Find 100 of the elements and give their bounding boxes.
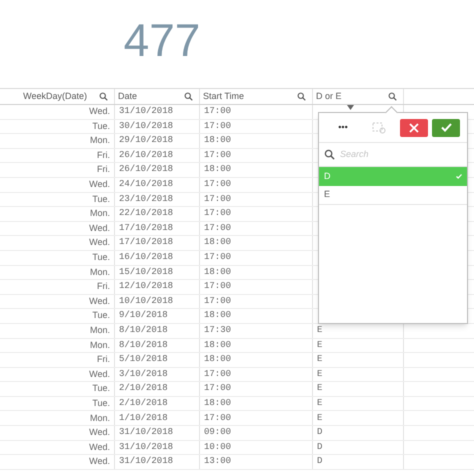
- table-cell-text: Mon.: [90, 134, 110, 148]
- table-cell-text: 17:00: [204, 250, 232, 264]
- table-cell-text: 10:00: [204, 440, 232, 454]
- table-cell-text: 1/10/2018: [119, 412, 168, 425]
- table-cell-text: 17:00: [204, 382, 232, 396]
- table-cell-text: E: [317, 368, 322, 381]
- table-cell-text: Mon.: [90, 412, 110, 425]
- search-icon[interactable]: [324, 149, 335, 160]
- table-cell-text: 18:00: [204, 309, 232, 322]
- table-cell-text: 2/10/2018: [119, 382, 168, 396]
- table-cell-text: 15/10/2018: [119, 266, 174, 279]
- table-cell-text: 31/10/2018: [119, 440, 174, 454]
- table-cell-text: Tue.: [92, 396, 110, 410]
- table-cell-text: 18:00: [204, 134, 232, 148]
- table-cell-text: 2/10/2018: [119, 396, 168, 410]
- search-field[interactable]: Search: [340, 148, 462, 162]
- table-cell-text: 17:00: [204, 207, 232, 220]
- table-cell-text: 13:00: [204, 455, 232, 468]
- check-icon: [440, 123, 452, 132]
- table-cell-text: 17:00: [204, 412, 232, 425]
- table-cell-text: D: [317, 455, 322, 468]
- table-cell-text: E: [317, 412, 322, 425]
- table-cell-text: Wed.: [89, 440, 110, 454]
- cancel-button[interactable]: [400, 118, 428, 136]
- table-cell-text: Fri.: [97, 353, 110, 366]
- table-cell-text: 17:30: [204, 324, 232, 337]
- table-cell-text: Tue.: [92, 309, 110, 322]
- table-cell-text: 17:00: [204, 105, 232, 118]
- confirm-button[interactable]: [432, 118, 460, 136]
- table-cell-text: Mon.: [90, 266, 110, 279]
- table-cell-text: E: [317, 396, 322, 410]
- table-cell-text: 09:00: [204, 426, 232, 440]
- table-cell-text: 17:00: [204, 120, 232, 133]
- table-cell-text: Wed.: [89, 455, 110, 468]
- table-cell-text: Fri.: [97, 280, 110, 294]
- table-cell-text: D: [317, 440, 322, 454]
- table-cell-text: 18:00: [204, 353, 232, 366]
- table-cell-text: 24/10/2018: [119, 178, 174, 192]
- table-cell-text: Wed.: [89, 368, 110, 381]
- column-header[interactable]: Date: [118, 90, 138, 104]
- table-cell-text: 17:00: [204, 280, 232, 294]
- table-cell-text: 26/10/2018: [119, 148, 174, 162]
- table-cell-text: 18:00: [204, 236, 232, 250]
- table-cell-text: Wed.: [89, 105, 110, 118]
- column-header[interactable]: Start Time: [203, 90, 244, 104]
- table-cell-text: 16/10/2018: [119, 250, 174, 264]
- table-cell-text: 17:00: [204, 368, 232, 381]
- check-icon: [456, 174, 462, 179]
- table-cell-text: Wed.: [89, 236, 110, 250]
- table-cell-text: 17:00: [204, 222, 232, 235]
- table-cell-text: 31/10/2018: [119, 105, 174, 118]
- search-icon[interactable]: [99, 92, 108, 101]
- table-cell-text: 10/10/2018: [119, 294, 174, 308]
- table-cell-text: 23/10/2018: [119, 192, 174, 206]
- table-cell-text: Wed.: [89, 178, 110, 192]
- table-cell-text: 29/10/2018: [119, 134, 174, 148]
- more-button[interactable]: •••: [324, 118, 362, 136]
- table-cell-text: 18:00: [204, 163, 232, 176]
- table-cell-text: Tue.: [92, 382, 110, 396]
- table-cell-text: 17/10/2018: [119, 222, 174, 235]
- table-cell-text: 3/10/2018: [119, 368, 168, 381]
- table-cell-text: 17/10/2018: [119, 236, 174, 250]
- search-icon[interactable]: [297, 92, 306, 101]
- caret-icon: [347, 105, 354, 110]
- table-cell-text: E: [317, 382, 322, 396]
- table-cell-text: Fri.: [97, 163, 110, 176]
- table-cell-text: Tue.: [92, 120, 110, 133]
- table-cell-text: 18:00: [204, 396, 232, 410]
- table-cell-text: Mon.: [90, 338, 110, 352]
- table-cell-text: E: [317, 324, 322, 337]
- table-cell-text: 17:00: [204, 148, 232, 162]
- list-item[interactable]: E: [319, 186, 467, 205]
- table-cell-text: Fri.: [97, 148, 110, 162]
- close-icon: [409, 122, 419, 132]
- table-cell-text: 31/10/2018: [119, 455, 174, 468]
- table-cell-text: 17:00: [204, 178, 232, 192]
- kpi-value: 477: [124, 17, 200, 63]
- table-cell-text: 30/10/2018: [119, 120, 174, 133]
- table-cell-text: 9/10/2018: [119, 309, 168, 322]
- column-header[interactable]: WeekDay(Date): [23, 90, 87, 104]
- table-cell-text: 8/10/2018: [119, 324, 168, 337]
- table-cell-text: Tue.: [92, 192, 110, 206]
- table-cell-text: 5/10/2018: [119, 353, 168, 366]
- table-cell-text: 18:00: [204, 266, 232, 279]
- table-cell-text: Mon.: [90, 324, 110, 337]
- table-cell-text: Tue.: [92, 250, 110, 264]
- search-icon[interactable]: [388, 92, 397, 101]
- table-cell-text: Wed.: [89, 426, 110, 440]
- table-cell-text: Mon.: [90, 207, 110, 220]
- column-header[interactable]: D or E: [316, 90, 342, 104]
- table-cell-text: 17:00: [204, 294, 232, 308]
- table-cell-text: D: [317, 426, 322, 440]
- table-cell-text: 26/10/2018: [119, 163, 174, 176]
- table-cell-text: 31/10/2018: [119, 426, 174, 440]
- search-icon[interactable]: [184, 92, 193, 101]
- table-cell-text: Wed.: [89, 294, 110, 308]
- table-cell-text: 17:00: [204, 192, 232, 206]
- table-cell-text: E: [317, 353, 322, 366]
- table-cell-text: Wed.: [89, 222, 110, 235]
- table-cell-text: 22/10/2018: [119, 207, 174, 220]
